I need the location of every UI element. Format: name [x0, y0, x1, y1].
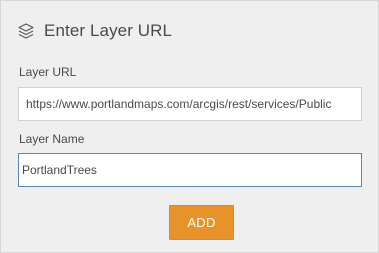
- panel-header: Enter Layer URL: [17, 18, 172, 44]
- layer-url-label: Layer URL: [19, 65, 77, 79]
- add-layer-panel: Enter Layer URL Layer URL Layer Name ADD: [0, 0, 379, 253]
- add-button[interactable]: ADD: [169, 205, 234, 240]
- panel-title: Enter Layer URL: [44, 21, 173, 40]
- layers-icon: [17, 22, 35, 40]
- layer-url-input[interactable]: [18, 87, 362, 121]
- layer-name-label: Layer Name: [19, 132, 85, 146]
- layer-name-input[interactable]: [18, 153, 362, 187]
